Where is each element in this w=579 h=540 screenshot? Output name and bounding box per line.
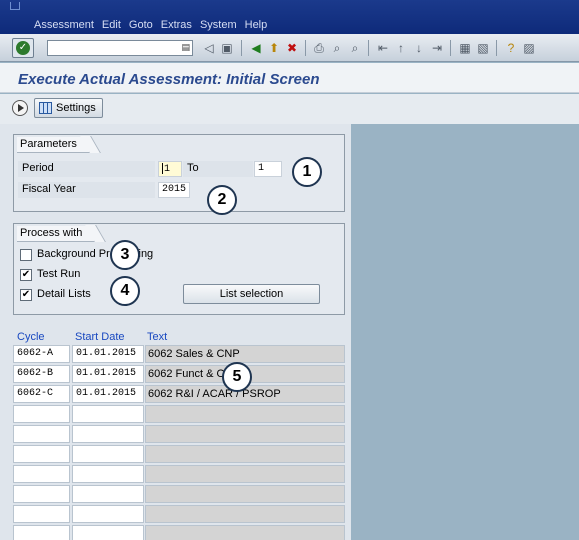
text-cell: 6062 Sales & CNP [145, 345, 345, 363]
menu: Assessment Edit Goto Extras System Help [34, 19, 267, 31]
menu-edit[interactable]: Edit [102, 19, 121, 31]
help-icon[interactable]: ? [502, 39, 520, 57]
menu-assessment[interactable]: Assessment [34, 19, 94, 31]
detail-lists-label: Detail Lists [37, 288, 91, 300]
start-date-cell[interactable]: 01.01.2015 [72, 385, 144, 403]
column-header-start-date: Start Date [75, 331, 125, 343]
period-to-input[interactable]: 1 [254, 161, 282, 177]
cancel-icon[interactable]: ✖ [283, 39, 301, 57]
menu-goto[interactable]: Goto [129, 19, 153, 31]
empty-cycle-cell[interactable] [13, 505, 70, 523]
empty-cycle-cell[interactable] [13, 425, 70, 443]
column-header-text: Text [147, 331, 168, 343]
empty-start-date-cell[interactable] [72, 445, 144, 463]
empty-start-date-cell[interactable] [72, 525, 144, 540]
column-header-cycle: Cycle [17, 331, 45, 343]
period-from-input[interactable]: 1 [158, 161, 182, 177]
empty-start-date-cell[interactable] [72, 485, 144, 503]
list-selection-button[interactable]: List selection [183, 284, 320, 304]
fiscal-year-input[interactable]: 2015 [158, 182, 190, 198]
menu-system[interactable]: System [200, 19, 237, 31]
menu-bar: Assessment Edit Goto Extras System Help [0, 0, 579, 34]
detail-lists-checkbox[interactable]: ✔ [20, 289, 32, 301]
shortcut-icon[interactable]: ▧ [474, 39, 492, 57]
empty-cycle-cell[interactable] [13, 445, 70, 463]
test-run-label: Test Run [37, 268, 81, 280]
back-icon[interactable]: ◀ [247, 39, 265, 57]
first-page-icon[interactable]: ⇤ [374, 39, 392, 57]
find-next-icon[interactable]: ⌕ [346, 39, 364, 57]
cycle-cell[interactable]: 6062-A [13, 345, 70, 363]
cycle-cell[interactable]: 6062-C [13, 385, 70, 403]
start-date-cell[interactable]: 01.01.2015 [72, 345, 144, 363]
empty-cycle-cell[interactable] [13, 525, 70, 540]
print-icon[interactable]: ⎙ [310, 39, 328, 57]
period-label: Period [18, 161, 155, 177]
settings-button[interactable]: Settings [34, 98, 103, 118]
empty-text-cell [145, 505, 345, 523]
exit-icon[interactable]: ⬆ [265, 39, 283, 57]
empty-text-cell [145, 405, 345, 423]
empty-start-date-cell[interactable] [72, 425, 144, 443]
find-icon[interactable]: ⌕ [328, 39, 346, 57]
empty-text-cell [145, 445, 345, 463]
empty-text-cell [145, 525, 345, 540]
parameters-title: Parameters [17, 137, 90, 153]
save-icon[interactable]: ▣ [218, 39, 236, 57]
cycle-cell[interactable]: 6062-B [13, 365, 70, 383]
background-checkbox[interactable] [20, 249, 32, 261]
history-icon[interactable]: ▤ [181, 42, 190, 53]
layout-icon[interactable]: ▨ [520, 39, 538, 57]
enter-button[interactable]: ✓ [12, 38, 34, 58]
empty-start-date-cell[interactable] [72, 465, 144, 483]
execute-icon[interactable] [12, 100, 28, 116]
command-field[interactable]: ▤ [47, 40, 193, 56]
fiscal-year-label: Fiscal Year [18, 182, 155, 198]
start-date-cell[interactable]: 01.01.2015 [72, 365, 144, 383]
callout-2: 2 [207, 185, 237, 215]
empty-cycle-cell[interactable] [13, 465, 70, 483]
callout-4: 4 [110, 276, 140, 306]
back-nav-icon[interactable]: ◁ [200, 39, 218, 57]
next-page-icon[interactable]: ↓ [410, 39, 428, 57]
empty-start-date-cell[interactable] [72, 505, 144, 523]
application-toolbar: Settings [0, 94, 579, 124]
menu-help[interactable]: Help [245, 19, 268, 31]
test-run-checkbox[interactable]: ✔ [20, 269, 32, 281]
settings-label: Settings [56, 102, 96, 114]
standard-toolbar: ✓ ▤ ◁ ▣ ◀ ⬆ ✖ ⎙ ⌕ ⌕ ⇤ ↑ ↓ ⇥ ▦ ▧ ? ▨ [0, 34, 579, 62]
title-bar: Execute Actual Assessment: Initial Scree… [0, 63, 579, 93]
settings-grid-icon [39, 102, 52, 114]
menu-extras[interactable]: Extras [161, 19, 192, 31]
empty-start-date-cell[interactable] [72, 405, 144, 423]
sap-window-icon[interactable] [10, 2, 20, 10]
callout-3: 3 [110, 240, 140, 270]
empty-text-cell [145, 465, 345, 483]
last-page-icon[interactable]: ⇥ [428, 39, 446, 57]
callout-1: 1 [292, 157, 322, 187]
new-session-icon[interactable]: ▦ [456, 39, 474, 57]
empty-text-cell [145, 485, 345, 503]
empty-cycle-cell[interactable] [13, 405, 70, 423]
page-title: Execute Actual Assessment: Initial Scree… [18, 71, 320, 88]
to-label: To [183, 161, 253, 177]
empty-text-cell [145, 425, 345, 443]
check-icon: ✓ [16, 41, 30, 55]
callout-5: 5 [222, 362, 252, 392]
previous-page-icon[interactable]: ↑ [392, 39, 410, 57]
empty-cycle-cell[interactable] [13, 485, 70, 503]
process-title: Process with [17, 226, 96, 242]
